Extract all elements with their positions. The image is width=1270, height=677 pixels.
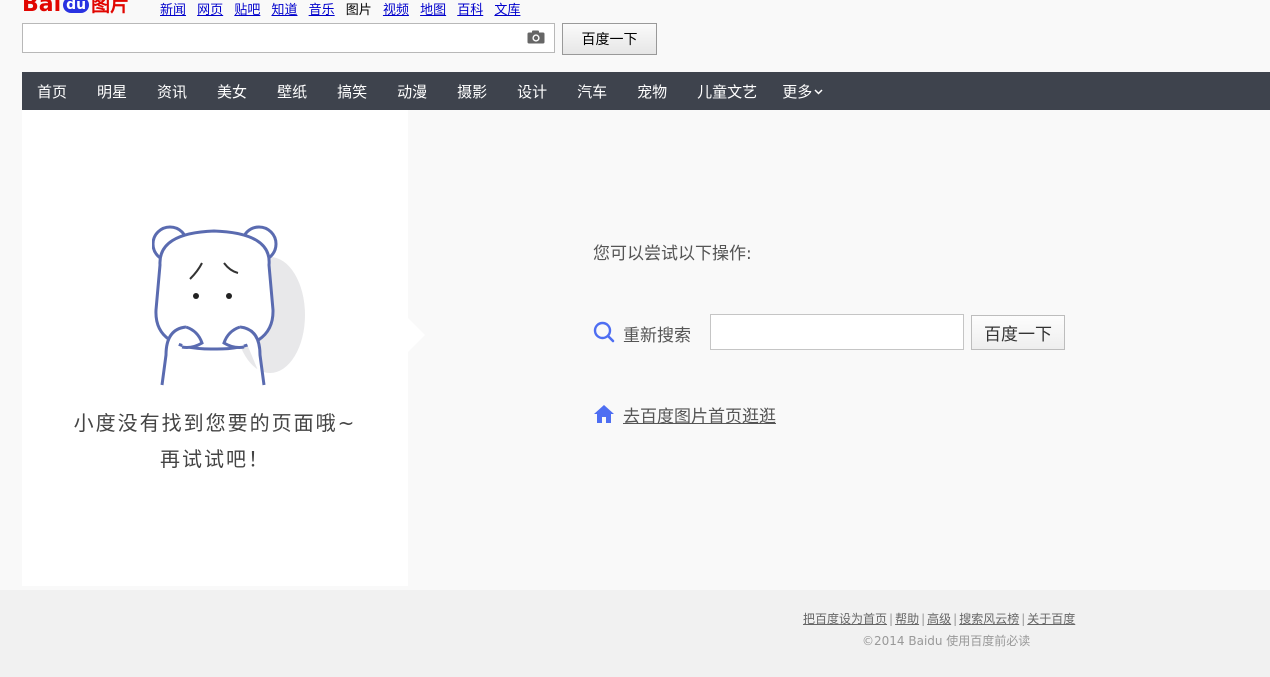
topnav-wenku[interactable]: 文库 <box>494 3 520 18</box>
home-icon <box>594 405 614 423</box>
search-input[interactable] <box>23 24 525 52</box>
search-icon <box>593 321 615 343</box>
footer-help[interactable]: 帮助 <box>895 612 919 626</box>
cat-funny[interactable]: 搞笑 <box>337 81 367 102</box>
cat-wallpaper[interactable]: 壁纸 <box>277 81 307 102</box>
chevron-down-icon <box>814 89 823 95</box>
cat-pets[interactable]: 宠物 <box>637 81 667 102</box>
search-button[interactable]: 百度一下 <box>562 23 657 55</box>
cat-home[interactable]: 首页 <box>37 81 67 102</box>
cat-beauty[interactable]: 美女 <box>217 81 247 102</box>
top-nav: 新闻 网页 贴吧 知道 音乐 图片 视频 地图 百科 文库 <box>160 0 527 18</box>
sad-bear-illustration <box>152 225 305 386</box>
topnav-news[interactable]: 新闻 <box>160 3 186 18</box>
cat-celebrity[interactable]: 明星 <box>97 81 127 102</box>
topnav-baike[interactable]: 百科 <box>457 3 483 18</box>
footer-top-searches[interactable]: 搜索风云榜 <box>959 612 1019 626</box>
copyright: ©2014 Baidu 使用百度前必读 <box>862 634 1031 648</box>
topnav-web[interactable]: 网页 <box>197 3 223 18</box>
footer-set-homepage[interactable]: 把百度设为首页 <box>803 612 887 626</box>
error-illustration-panel: 小度没有找到您要的页面哦~ 再试试吧！ <box>22 110 408 586</box>
research-input[interactable] <box>710 314 964 350</box>
error-message: 小度没有找到您要的页面哦~ 再试试吧！ <box>22 405 408 477</box>
camera-icon[interactable] <box>527 30 545 44</box>
cat-more-label: 更多 <box>782 82 813 101</box>
cat-more[interactable]: 更多 <box>782 81 823 102</box>
logo-bai: Bai <box>22 0 62 17</box>
panel-pointer <box>408 318 425 352</box>
cat-anime[interactable]: 动漫 <box>397 81 427 102</box>
category-nav: 首页 明星 资讯 美女 壁纸 搞笑 动漫 摄影 设计 汽车 宠物 儿童文艺 更多 <box>22 72 1270 110</box>
error-line-1: 小度没有找到您要的页面哦~ <box>73 411 357 435</box>
search-box <box>22 23 555 53</box>
cat-design[interactable]: 设计 <box>517 81 547 102</box>
topnav-video[interactable]: 视频 <box>383 3 409 18</box>
topnav-zhidao[interactable]: 知道 <box>271 3 297 18</box>
footer: 把百度设为首页 | 帮助 | 高级 | 搜索风云榜 | 关于百度 ©2014 Baidu 使用百… <box>0 590 1270 677</box>
cat-news[interactable]: 资讯 <box>157 81 187 102</box>
topnav-tieba[interactable]: 贴吧 <box>234 3 260 18</box>
topnav-map[interactable]: 地图 <box>420 3 446 18</box>
research-button[interactable]: 百度一下 <box>971 315 1065 350</box>
baidu-logo[interactable]: Bai du 图片 <box>22 0 140 16</box>
topnav-images-current: 图片 <box>345 3 372 18</box>
image-home-link[interactable]: 去百度图片首页逛逛 <box>623 402 776 427</box>
cat-kids-art[interactable]: 儿童文艺 <box>697 81 757 102</box>
error-line-2: 再试试吧！ <box>160 447 270 471</box>
logo-du: du <box>63 0 90 13</box>
cat-photography[interactable]: 摄影 <box>457 81 487 102</box>
cat-cars[interactable]: 汽车 <box>577 81 607 102</box>
tips-title: 您可以尝试以下操作: <box>593 244 752 264</box>
footer-advanced[interactable]: 高级 <box>927 612 951 626</box>
footer-about[interactable]: 关于百度 <box>1027 612 1075 626</box>
research-label: 重新搜索 <box>623 326 691 346</box>
topnav-music[interactable]: 音乐 <box>309 3 335 18</box>
logo-pic: 图片 <box>91 0 130 16</box>
footer-links: 把百度设为首页 | 帮助 | 高级 | 搜索风云榜 | 关于百度 <box>803 612 1076 626</box>
